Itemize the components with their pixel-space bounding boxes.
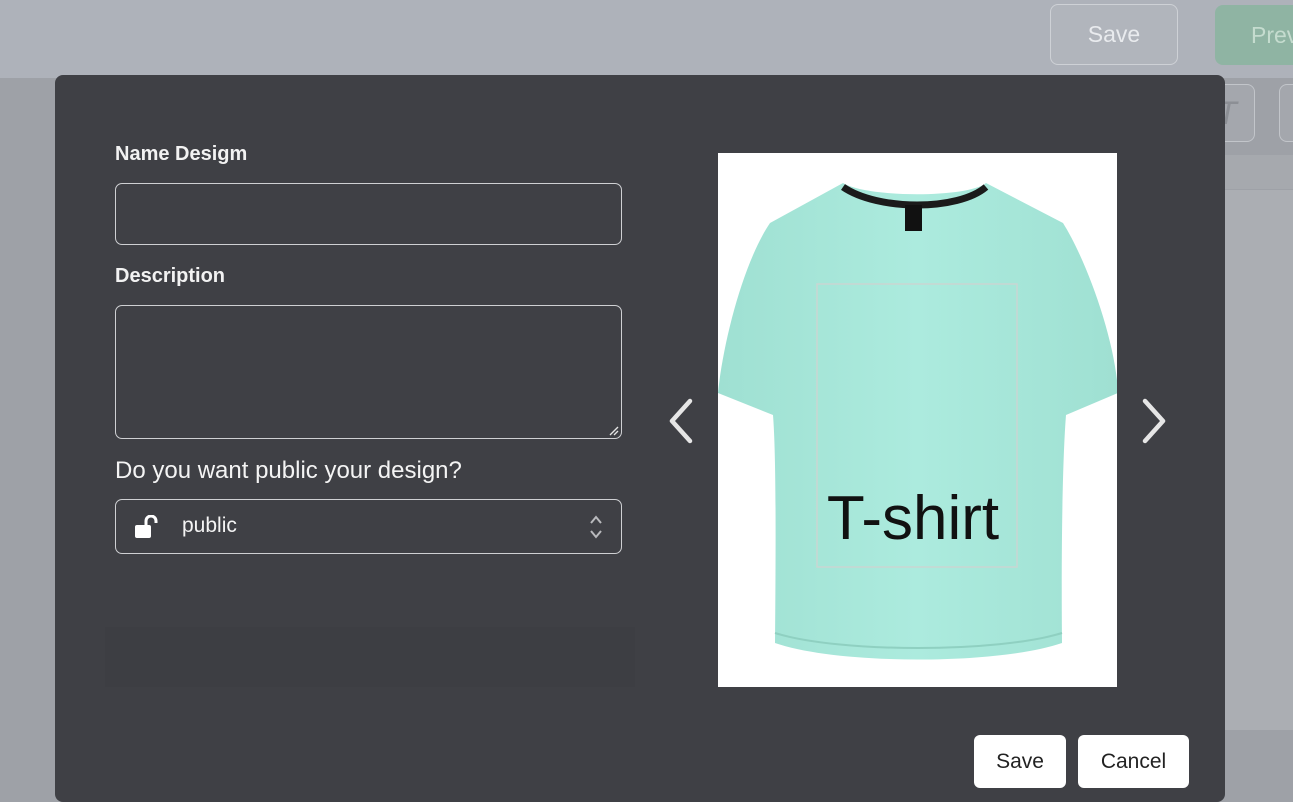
tshirt-image: T-shirt xyxy=(718,183,1117,660)
design-name-input[interactable] xyxy=(115,183,622,245)
name-label: Name Desigm xyxy=(115,143,248,165)
app-save-button[interactable]: Save xyxy=(1050,4,1178,65)
cancel-button[interactable]: Cancel xyxy=(1078,735,1189,788)
unlock-icon xyxy=(135,515,158,538)
resize-grip-icon[interactable] xyxy=(609,426,619,436)
description-textarea[interactable] xyxy=(115,305,622,439)
public-question: Do you want public your design? xyxy=(115,457,462,484)
chevron-right-icon[interactable] xyxy=(1137,397,1169,445)
save-design-modal: Name Desigm Description Do you want publ… xyxy=(55,75,1225,802)
tshirt-label: T-shirt xyxy=(827,484,999,553)
tool-button[interactable] xyxy=(1279,84,1293,142)
tshirt-preview-image: T-shirt xyxy=(718,153,1117,687)
chevron-left-icon[interactable] xyxy=(666,397,698,445)
form-footer-shade xyxy=(105,627,635,687)
save-button[interactable]: Save xyxy=(974,735,1066,788)
chevron-updown-icon xyxy=(590,515,602,539)
app-preview-button[interactable]: Prev xyxy=(1215,5,1293,65)
visibility-select[interactable]: public xyxy=(115,499,622,554)
description-label: Description xyxy=(115,265,226,287)
visibility-value: public xyxy=(182,514,237,537)
